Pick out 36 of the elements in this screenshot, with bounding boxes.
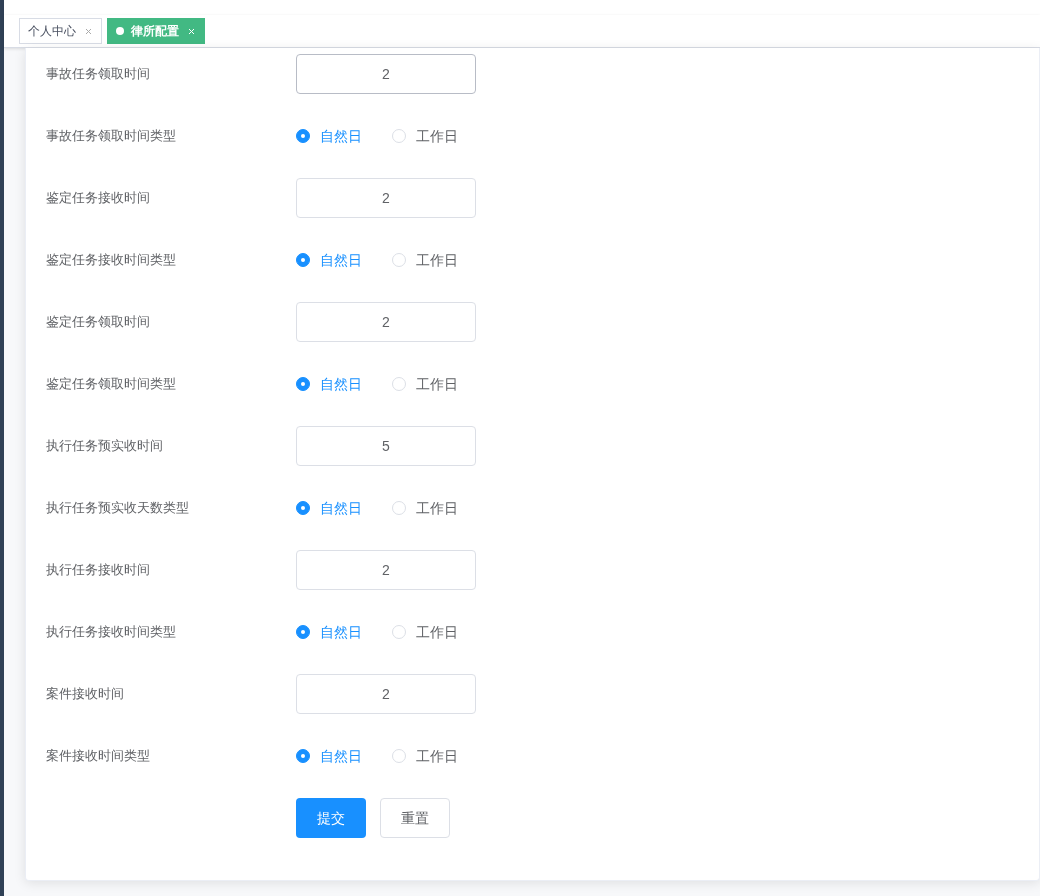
close-icon[interactable] — [83, 26, 93, 36]
radio-option[interactable]: 自然日 — [296, 745, 362, 767]
field-label: 鉴定任务领取时间类型 — [46, 375, 177, 394]
field-label: 执行任务接收时间 — [46, 561, 151, 580]
field-label: 事故任务领取时间 — [46, 65, 151, 84]
close-icon[interactable] — [186, 26, 196, 36]
radio-option[interactable]: 自然日 — [296, 373, 362, 395]
radio-option[interactable]: 自然日 — [296, 249, 362, 271]
field-label: 鉴定任务接收时间类型 — [46, 251, 177, 270]
radio-option[interactable]: 工作日 — [392, 249, 458, 271]
radio-option[interactable]: 工作日 — [392, 373, 458, 395]
tag-tab[interactable]: 个人中心 — [19, 18, 102, 44]
radio-option[interactable]: 自然日 — [296, 125, 362, 147]
number-input[interactable]: 5 — [296, 426, 476, 466]
field-label: 案件接收时间 — [46, 685, 125, 704]
number-input[interactable]: 2 — [296, 674, 476, 714]
number-input[interactable]: 2 — [296, 178, 476, 218]
field-label: 事故任务领取时间类型 — [46, 127, 177, 146]
radio-option[interactable]: 工作日 — [392, 125, 458, 147]
field-label: 鉴定任务接收时间 — [46, 189, 151, 208]
number-input[interactable]: 2 — [296, 54, 476, 94]
number-input[interactable]: 2 — [296, 550, 476, 590]
radio-option[interactable]: 工作日 — [392, 621, 458, 643]
tag-label: 个人中心 — [28, 23, 76, 40]
radio-option[interactable]: 工作日 — [392, 745, 458, 767]
radio-option[interactable]: 工作日 — [392, 497, 458, 519]
radio-option[interactable]: 自然日 — [296, 621, 362, 643]
tag-label: 律所配置 — [131, 23, 179, 40]
radio-option[interactable]: 自然日 — [296, 497, 362, 519]
field-label: 鉴定任务领取时间 — [46, 313, 151, 332]
field-label: 执行任务预实收天数类型 — [46, 499, 190, 518]
field-label: 执行任务预实收时间 — [46, 437, 164, 456]
field-label: 案件接收时间类型 — [46, 747, 151, 766]
number-input[interactable]: 2 — [296, 302, 476, 342]
reset-button[interactable]: 重置 — [380, 798, 450, 838]
field-label: 执行任务接收时间类型 — [46, 623, 177, 642]
